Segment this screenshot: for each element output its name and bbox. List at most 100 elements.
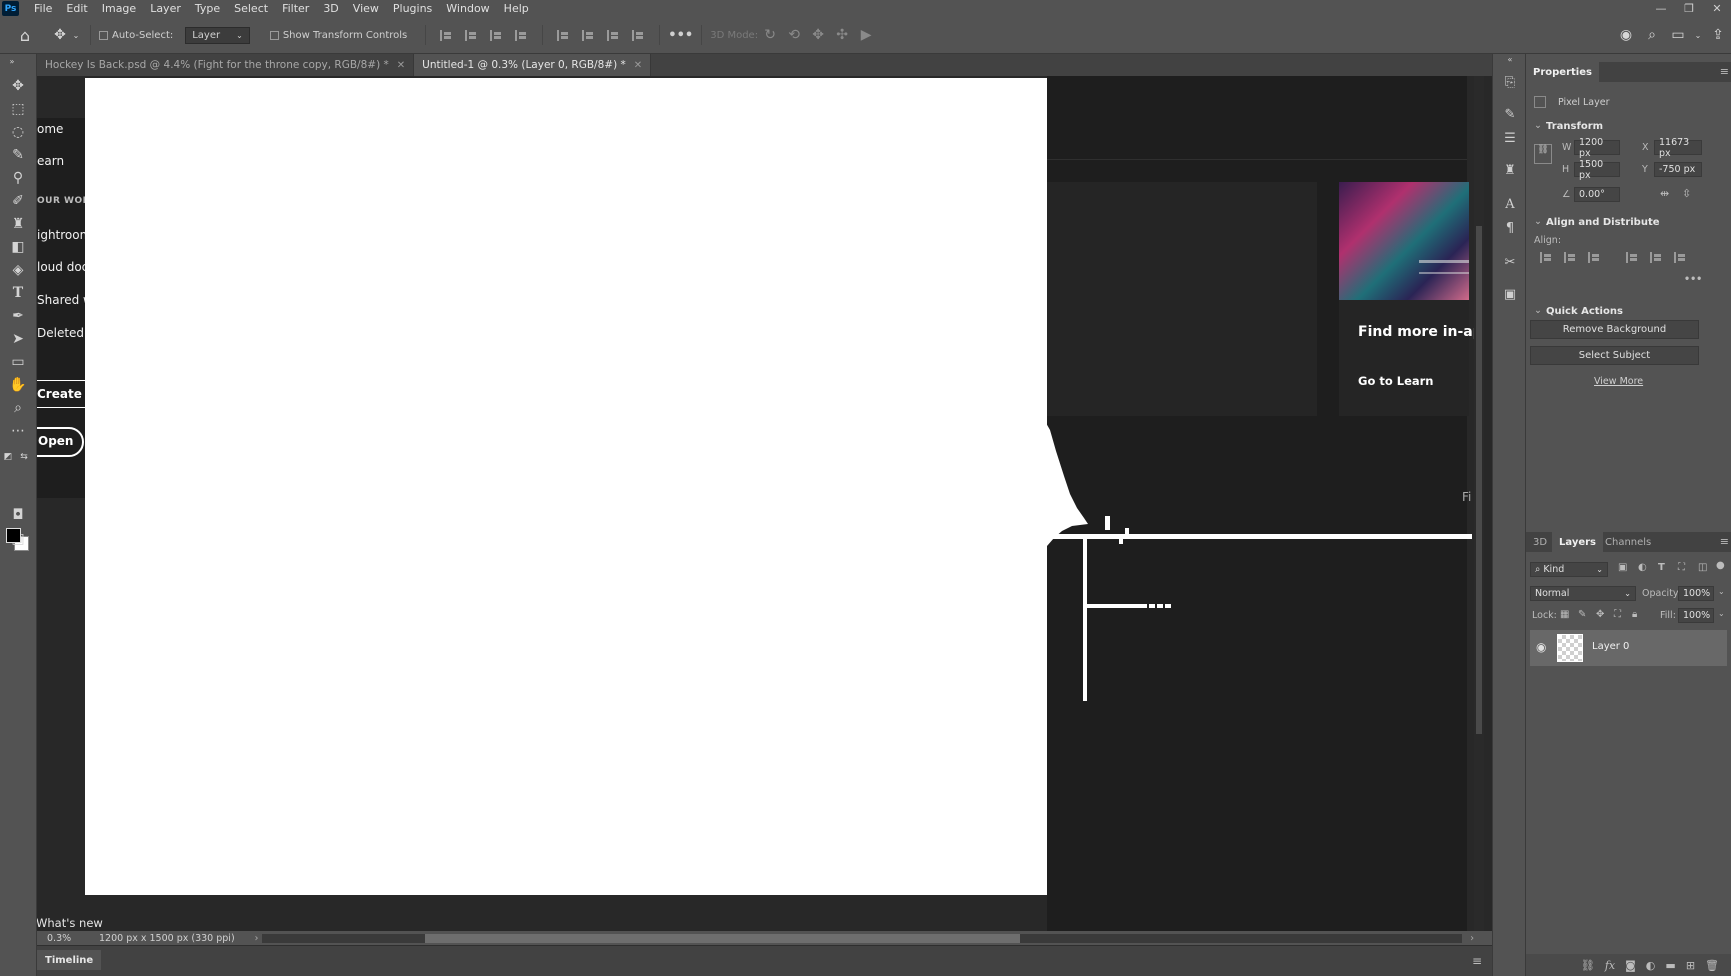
search-icon[interactable]: ⌕	[1639, 27, 1665, 43]
collapse-icon[interactable]: «	[1502, 54, 1518, 64]
lock-all-icon[interactable]: 🔒︎	[1632, 609, 1637, 620]
default-colors-icon[interactable]: ◩	[2, 451, 14, 463]
adjustment-layer-icon[interactable]: ◐	[1646, 959, 1656, 972]
pan-3d-icon[interactable]: ✥	[806, 27, 830, 43]
roll-3d-icon[interactable]: ⟲	[782, 27, 806, 43]
libraries-icon[interactable]: ▣	[1502, 286, 1518, 302]
paragraph-icon[interactable]: ¶	[1502, 220, 1518, 236]
collapse-icon[interactable]: »	[2, 56, 22, 66]
history-icon[interactable]: ⎘	[1502, 74, 1518, 90]
menu-3d[interactable]: 3D	[316, 0, 345, 17]
more-tools-icon[interactable]: ⋯	[8, 421, 28, 441]
menu-image[interactable]: Image	[95, 0, 143, 17]
whats-new-link[interactable]: What's new	[37, 916, 103, 930]
x-field[interactable]: 11673 px	[1654, 137, 1702, 159]
swap-colors-icon[interactable]: ⇆	[18, 451, 30, 463]
align-center-icon[interactable]	[1564, 252, 1577, 263]
align-middle-icon[interactable]	[582, 29, 595, 41]
filter-shape-icon[interactable]: ⛶	[1678, 562, 1685, 573]
eraser-tool-icon[interactable]: ◧	[8, 237, 28, 257]
align-bottom-icon[interactable]	[1674, 252, 1687, 263]
distribute-vertical-icon[interactable]	[632, 29, 645, 41]
panel-menu-icon[interactable]: ≡	[1720, 535, 1729, 548]
menu-edit[interactable]: Edit	[59, 0, 94, 17]
camera-3d-icon[interactable]: ▶	[854, 27, 878, 43]
menu-filter[interactable]: Filter	[275, 0, 316, 17]
filter-smart-object-icon[interactable]: ◫	[1698, 562, 1707, 573]
y-field[interactable]: -750 px	[1654, 162, 1702, 177]
lock-image-icon[interactable]: ✎	[1578, 609, 1586, 620]
auto-select-dropdown[interactable]: Layer ⌄	[185, 26, 250, 44]
create-new-button[interactable]: Create ne	[37, 380, 103, 408]
go-to-learn-link[interactable]: Go to Learn	[1358, 374, 1434, 388]
menu-file[interactable]: File	[27, 0, 59, 17]
brush-settings-icon[interactable]: ✎	[1502, 106, 1518, 122]
menu-help[interactable]: Help	[497, 0, 536, 17]
document-canvas[interactable]	[85, 78, 1047, 895]
home-icon[interactable]: ⌂	[0, 26, 50, 45]
new-layer-icon[interactable]: ⊞	[1686, 959, 1695, 972]
menu-layer[interactable]: Layer	[143, 0, 188, 17]
filter-adjustment-icon[interactable]: ◐	[1638, 562, 1647, 573]
character-icon[interactable]: A	[1502, 196, 1518, 212]
menu-plugins[interactable]: Plugins	[386, 0, 439, 17]
tab-timeline[interactable]: Timeline	[37, 950, 102, 970]
tab-hockey-is-back[interactable]: Hockey Is Back.psd @ 4.4% (Fight for the…	[37, 54, 415, 76]
close-icon[interactable]: ✕	[397, 60, 405, 71]
vertical-scrollbar-thumb[interactable]	[1476, 226, 1482, 734]
width-field[interactable]: 1200 px	[1574, 137, 1620, 159]
align-right-icon[interactable]	[490, 29, 503, 41]
move-tool-icon[interactable]: ✥	[50, 27, 70, 43]
fill-field[interactable]: 100%	[1678, 608, 1714, 623]
show-transform-checkbox[interactable]	[269, 30, 279, 40]
zoom-tool-icon[interactable]: ⌕	[8, 398, 28, 418]
marquee-tool-icon[interactable]: ⬚	[8, 99, 28, 119]
slide-3d-icon[interactable]: ✣	[830, 27, 854, 43]
fx-icon[interactable]: fx	[1605, 959, 1615, 972]
tab-channels[interactable]: Channels	[1598, 532, 1658, 552]
orbit-3d-icon[interactable]: ↻	[758, 27, 782, 43]
rectangle-tool-icon[interactable]: ▭	[8, 352, 28, 372]
add-mask-icon[interactable]: ◙	[1625, 959, 1636, 972]
workspace-icon[interactable]: ▭	[1665, 27, 1691, 43]
zoom-level[interactable]: 0.3%	[47, 933, 87, 944]
layer-row[interactable]: ◉ Layer 0	[1530, 630, 1727, 666]
blend-mode-dropdown[interactable]: Normal ⌄	[1530, 586, 1636, 601]
horizontal-scrollbar-thumb[interactable]	[425, 934, 1020, 943]
tab-3d[interactable]: 3D	[1526, 532, 1554, 552]
quick-select-tool-icon[interactable]: ✎	[8, 145, 28, 165]
align-top-icon[interactable]	[1626, 252, 1639, 263]
home-nav-deleted[interactable]: Deleted	[37, 326, 84, 340]
filter-kind-dropdown[interactable]: ⌕ Kind ⌄	[1530, 562, 1608, 577]
align-left-icon[interactable]	[440, 29, 453, 41]
flip-vertical-icon[interactable]: ⇳	[1682, 187, 1691, 200]
menu-select[interactable]: Select	[227, 0, 275, 17]
close-window-button[interactable]: ✕	[1703, 0, 1731, 17]
home-nav-lightroom[interactable]: ightroom	[37, 228, 91, 242]
quick-mask-icon[interactable]: ◘	[8, 505, 28, 525]
document-info[interactable]: 1200 px x 1500 px (330 ppi)	[99, 933, 235, 944]
open-button[interactable]: Open	[37, 427, 84, 457]
view-more-link[interactable]: View More	[1594, 376, 1643, 387]
path-select-tool-icon[interactable]: ➤	[8, 329, 28, 349]
align-bottom-icon[interactable]	[607, 29, 620, 41]
height-field[interactable]: 1500 px	[1574, 159, 1620, 181]
flip-horizontal-icon[interactable]: ⇹	[1660, 187, 1669, 200]
chevron-down-icon[interactable]: ⌄	[1718, 587, 1725, 596]
status-menu-arrow-icon[interactable]: ›	[255, 933, 259, 944]
gradient-tool-icon[interactable]: ◈	[8, 260, 28, 280]
chevron-down-icon[interactable]: ⌄	[1534, 216, 1542, 227]
link-dimensions-icon[interactable]: ⛓	[1534, 144, 1552, 164]
align-top-icon[interactable]	[557, 29, 570, 41]
remove-background-button[interactable]: Remove Background	[1530, 320, 1699, 339]
foreground-color-swatch[interactable]	[6, 528, 21, 543]
home-nav-learn[interactable]: earn	[37, 154, 64, 168]
chevron-down-icon[interactable]: ⌄	[70, 31, 82, 40]
share-icon[interactable]: ⇪	[1705, 27, 1731, 43]
auto-select-checkbox[interactable]	[99, 30, 108, 40]
tab-properties[interactable]: Properties	[1526, 62, 1599, 82]
canvas-area[interactable]: ome earn OUR WORK ightroom loud docu Sha…	[37, 76, 1492, 931]
align-center-icon[interactable]	[465, 29, 478, 41]
new-group-icon[interactable]: ▬	[1665, 959, 1675, 972]
more-options-icon[interactable]: •••	[1684, 274, 1702, 285]
